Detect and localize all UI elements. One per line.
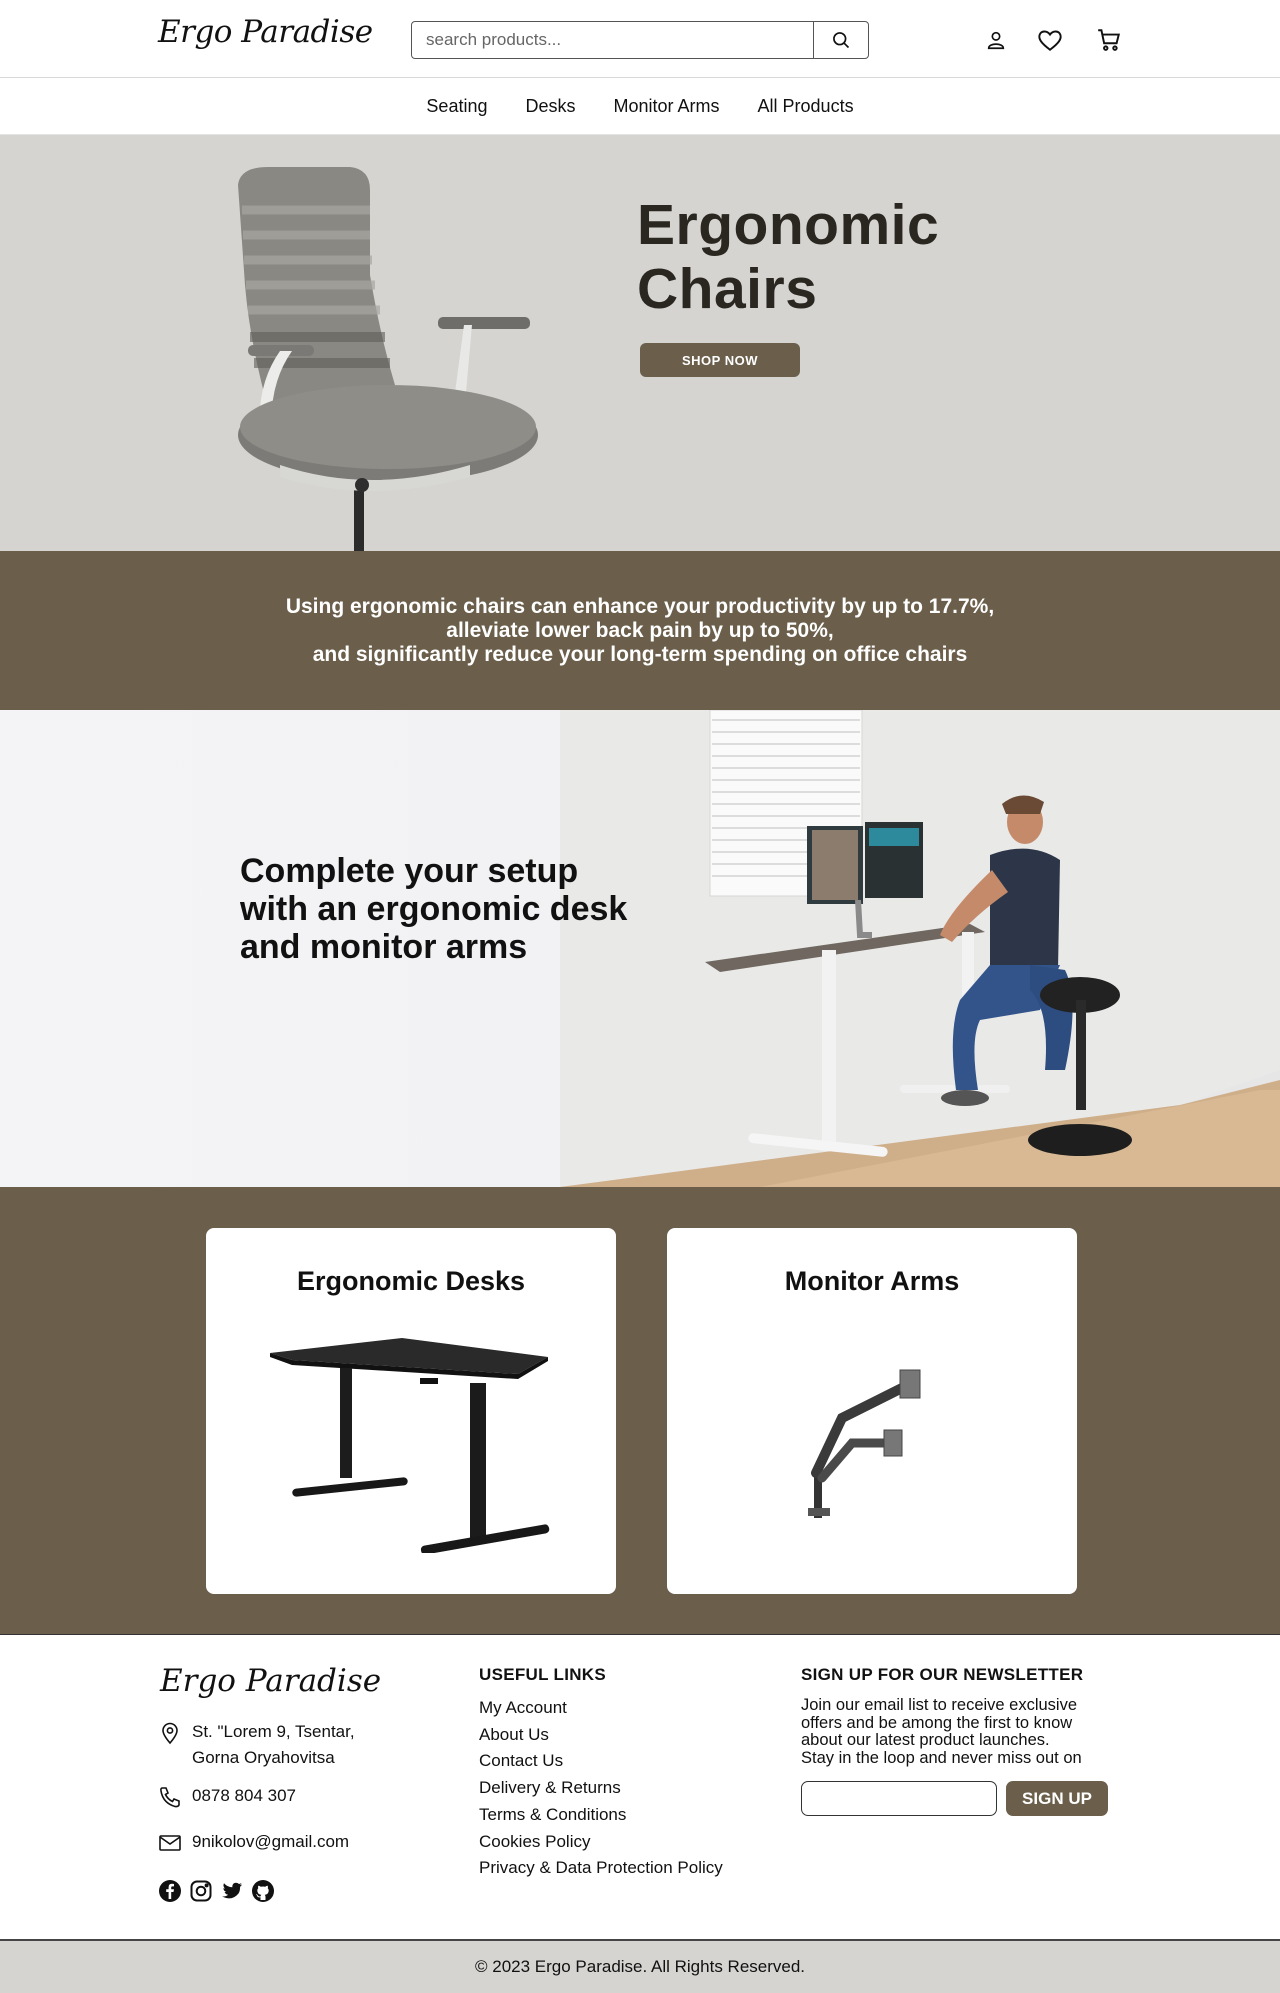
stats-line: Using ergonomic chairs can enhance your … (285, 594, 995, 618)
hero-banner: Ergonomic Chairs SHOP NOW (0, 135, 1280, 551)
address-line: St. "Lorem 9, Tsentar, (192, 1722, 355, 1741)
newsletter-description: Join our email list to receive exclusive… (801, 1696, 1121, 1767)
instagram-icon[interactable] (189, 1879, 213, 1903)
nav-item-seating[interactable]: Seating (407, 96, 506, 117)
setup-title: Complete your setup with an ergonomic de… (240, 852, 627, 966)
facebook-icon[interactable] (158, 1879, 182, 1903)
setup-section: Complete your setup with an ergonomic de… (0, 710, 1280, 1187)
footer-link-terms[interactable]: Terms & Conditions (479, 1802, 723, 1829)
newsletter-title: SIGN UP FOR OUR NEWSLETTER (801, 1665, 1084, 1684)
phone-icon (160, 1787, 180, 1808)
user-icon (987, 31, 1005, 50)
setup-title-line1: Complete your setup (240, 852, 579, 890)
location-pin-icon (162, 1722, 178, 1745)
footer-link-my-account[interactable]: My Account (479, 1695, 723, 1722)
search-input[interactable] (412, 22, 813, 58)
address-line: Gorna Oryahovitsa (192, 1748, 335, 1767)
nav-item-all-products[interactable]: All Products (739, 96, 873, 117)
desk-setup-image (560, 710, 1280, 1187)
hero-title: Ergonomic Chairs (637, 193, 939, 321)
social-links (158, 1879, 275, 1903)
footer-link-privacy[interactable]: Privacy & Data Protection Policy (479, 1855, 723, 1882)
github-icon[interactable] (251, 1879, 275, 1903)
card-ergonomic-desks[interactable]: Ergonomic Desks (206, 1228, 616, 1594)
cart-button[interactable] (1093, 24, 1125, 56)
search-icon (833, 32, 850, 49)
card-title: Monitor Arms (784, 1266, 960, 1296)
chair-image (238, 167, 538, 551)
stats-line: alleviate lower back pain by up to 50%, (446, 618, 834, 642)
footer-link-cookies[interactable]: Cookies Policy (479, 1829, 723, 1856)
copyright-bar: © 2023 Ergo Paradise. All Rights Reserve… (0, 1939, 1280, 1993)
site-header: Ergo Paradise (0, 0, 1280, 78)
hero-title-line1: Ergonomic (637, 193, 940, 257)
newsletter-line: Stay in the loop and never miss out on (801, 1748, 1082, 1767)
card-title: Ergonomic Desks (296, 1266, 526, 1296)
hero-title-line2: Chairs (637, 257, 818, 321)
card-monitor-arms[interactable]: Monitor Arms (667, 1228, 1077, 1594)
category-cards: Ergonomic Desks Monitor Arms (0, 1187, 1280, 1634)
newsletter-signup-button[interactable]: SIGN UP (1006, 1781, 1108, 1816)
monitor-arm-image (808, 1369, 921, 1518)
newsletter-line: Join our email list to receive exclusive (801, 1696, 1078, 1714)
footer-address: St. "Lorem 9, Tsentar, Gorna Oryahovitsa (158, 1719, 355, 1771)
stats-banner: Using ergonomic chairs can enhance your … (0, 551, 1280, 710)
useful-links-list: My Account About Us Contact Us Delivery … (479, 1695, 723, 1882)
main-nav: Seating Desks Monitor Arms All Products (0, 78, 1280, 135)
footer-link-about-us[interactable]: About Us (479, 1722, 723, 1749)
mail-icon (159, 1835, 181, 1851)
desk-image (270, 1338, 550, 1553)
copyright-text: © 2023 Ergo Paradise. All Rights Reserve… (474, 1957, 806, 1976)
shop-now-button[interactable]: SHOP NOW (640, 343, 800, 377)
cart-icon (1098, 29, 1120, 51)
footer-link-contact-us[interactable]: Contact Us (479, 1748, 723, 1775)
twitter-icon[interactable] (220, 1879, 244, 1903)
setup-title-line3: and monitor arms (240, 928, 528, 966)
heart-icon (1038, 30, 1062, 51)
footer-logo[interactable]: Ergo Paradise (160, 1663, 381, 1699)
useful-links-title: USEFUL LINKS (479, 1665, 607, 1684)
site-footer: Ergo Paradise St. "Lorem 9, Tsentar, Gor… (0, 1634, 1280, 1939)
phone-number[interactable]: 0878 804 307 (192, 1783, 296, 1809)
nav-item-desks[interactable]: Desks (506, 96, 594, 117)
newsletter-email-input[interactable] (801, 1781, 997, 1816)
setup-title-line2: with an ergonomic desk (240, 890, 628, 928)
stats-line: and significantly reduce your long-term … (312, 642, 968, 666)
search-button[interactable] (813, 22, 868, 58)
search-bar (411, 21, 869, 59)
footer-link-delivery-returns[interactable]: Delivery & Returns (479, 1775, 723, 1802)
account-button[interactable] (980, 24, 1012, 56)
email-address[interactable]: 9nikolov@gmail.com (192, 1829, 349, 1855)
nav-item-monitor-arms[interactable]: Monitor Arms (595, 96, 739, 117)
newsletter-line: offers and be among the first to know (801, 1713, 1073, 1732)
newsletter-line: about our latest product launches. (801, 1731, 1050, 1749)
wishlist-button[interactable] (1034, 24, 1066, 56)
footer-email: 9nikolov@gmail.com (158, 1829, 349, 1855)
footer-phone: 0878 804 307 (158, 1783, 296, 1809)
site-logo[interactable]: Ergo Paradise (158, 14, 373, 50)
